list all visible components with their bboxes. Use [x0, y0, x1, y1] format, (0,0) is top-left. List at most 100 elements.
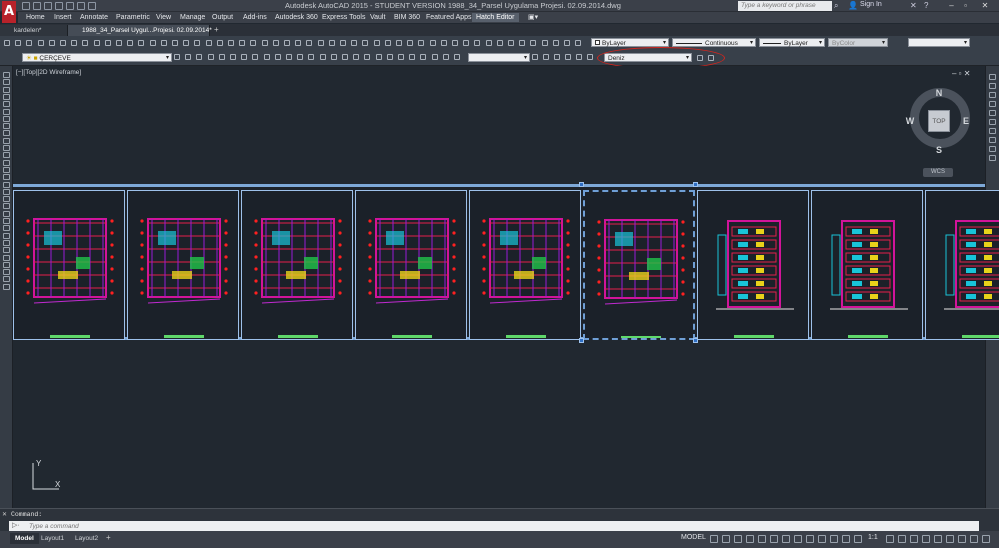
selection-grip[interactable] — [693, 338, 698, 343]
toolbar-tool-icon[interactable] — [431, 54, 438, 60]
toolbar-tool-icon[interactable] — [196, 54, 203, 60]
viewport-window-controls[interactable]: – ▫ ✕ — [952, 69, 970, 78]
ribbon-tab-featured-apps[interactable]: Featured Apps — [426, 13, 472, 22]
ribbon-tab-annotate[interactable]: Annotate — [80, 13, 108, 22]
ribbon-tab-output[interactable]: Output — [212, 13, 233, 22]
toolbar-tool-icon[interactable] — [194, 40, 201, 46]
toolbar-tool-icon[interactable] — [442, 54, 449, 60]
toolbar-tool-icon[interactable] — [328, 40, 335, 46]
help-icon[interactable]: ? — [924, 1, 928, 10]
close-command-icon[interactable]: ✕ — [2, 511, 7, 518]
layout-tab-model[interactable]: Model — [10, 533, 39, 544]
toolbar-tool-icon[interactable] — [284, 40, 290, 46]
toolbar-tool-icon[interactable] — [317, 40, 324, 46]
toolbar-tool-icon[interactable] — [474, 40, 481, 46]
open-file-icon[interactable] — [33, 2, 41, 10]
toolbar-tool-icon[interactable] — [297, 54, 304, 60]
toolbar-tool-icon[interactable] — [263, 54, 270, 60]
toolbar-tool-icon[interactable] — [230, 54, 236, 60]
toolbar-tool-icon[interactable] — [183, 40, 190, 46]
toolbar-tool-icon[interactable] — [174, 54, 180, 60]
sign-in-link[interactable]: Sign In — [860, 1, 882, 8]
ribbon-tab-view[interactable]: View — [156, 13, 171, 22]
toolbar-tool-icon[interactable] — [3, 225, 10, 232]
layer-color-dropdown[interactable]: ByLayer ▾ — [591, 38, 669, 47]
layout-tab-layout2[interactable]: Layout2 — [70, 533, 103, 544]
status-toggle-icon[interactable] — [934, 535, 942, 543]
toolbar-tool-icon[interactable] — [429, 40, 436, 46]
status-toggle-icon[interactable] — [958, 535, 966, 543]
navigation-tool-icon[interactable] — [989, 128, 996, 134]
navigation-tool-icon[interactable] — [989, 155, 996, 161]
toolbar-tool-icon[interactable] — [3, 210, 10, 217]
command-prompt-icon[interactable]: ▷· — [12, 521, 20, 529]
toolbar-tool-icon[interactable] — [3, 247, 10, 254]
toolbar-tool-icon[interactable] — [149, 40, 156, 46]
save-icon[interactable] — [44, 2, 52, 10]
toolbar-tool-icon[interactable] — [272, 40, 279, 46]
undo-icon[interactable] — [77, 2, 85, 10]
selection-grip[interactable] — [693, 182, 698, 187]
toolbar-tool-icon[interactable] — [3, 72, 10, 78]
status-toggle-icon[interactable] — [910, 535, 918, 543]
new-tab-icon[interactable]: + — [214, 25, 219, 34]
toolbar-tool-icon[interactable] — [228, 40, 234, 46]
maximize-button[interactable]: ▫ — [959, 1, 972, 11]
toolbar-tool-icon[interactable] — [373, 40, 380, 46]
toolbar-tool-icon[interactable] — [353, 54, 360, 60]
ribbon-tab-insert[interactable]: Insert — [54, 13, 72, 22]
status-toggle-icon[interactable] — [722, 535, 730, 543]
toolbar-tool-icon[interactable] — [3, 276, 10, 283]
toolbar-tool-icon[interactable] — [82, 40, 89, 46]
layout-tab-layout1[interactable]: Layout1 — [36, 533, 69, 544]
elevation-sheet[interactable] — [811, 190, 923, 340]
plan-sheet[interactable] — [469, 190, 581, 340]
toolbar-tool-icon[interactable] — [463, 40, 470, 46]
toolbar-tool-icon[interactable] — [3, 93, 10, 100]
toolbar-tool-icon[interactable] — [342, 54, 348, 60]
toolbar-tool-icon[interactable] — [319, 54, 326, 60]
toolbar-tool-icon[interactable] — [239, 40, 246, 46]
file-tab-kardelen[interactable]: kardelen* — [0, 25, 68, 36]
toolbar-tool-icon[interactable] — [160, 40, 167, 46]
compass-west[interactable]: W — [904, 116, 916, 126]
ribbon-tab-express-tools[interactable]: Express Tools — [322, 13, 365, 22]
status-toggle-icon[interactable] — [710, 535, 718, 543]
command-input[interactable] — [29, 521, 969, 531]
navigation-tool-icon[interactable] — [989, 74, 996, 80]
wcs-menu[interactable]: WCS — [923, 168, 953, 177]
toolbar-tool-icon[interactable] — [3, 108, 10, 115]
toolbar-tool-icon[interactable] — [3, 283, 10, 290]
application-menu-button[interactable]: A — [2, 1, 16, 23]
toolbar-tool-icon[interactable] — [60, 40, 66, 46]
toolbar-tool-icon[interactable] — [330, 54, 337, 60]
status-toggle-icon[interactable] — [854, 535, 862, 543]
plan-sheet[interactable] — [355, 190, 467, 340]
linetype-dropdown[interactable]: Continuous ▾ — [672, 38, 756, 47]
status-toggle-icon[interactable] — [886, 535, 894, 543]
ribbon-tab-hatch-editor[interactable]: Hatch Editor — [472, 13, 519, 22]
status-toggle-icon[interactable] — [842, 535, 850, 543]
toolbar-tool-icon[interactable] — [407, 40, 414, 46]
toolbar-tool-icon[interactable] — [3, 196, 10, 203]
toolbar-tool-icon[interactable] — [37, 40, 44, 46]
toolbar-tool-icon[interactable] — [541, 40, 548, 46]
status-toggle-icon[interactable] — [806, 535, 814, 543]
toolbar-tool-icon[interactable] — [3, 239, 10, 246]
plot-icon[interactable] — [66, 2, 74, 10]
navigation-tool-icon[interactable] — [989, 137, 996, 143]
toolbar-tool-icon[interactable] — [409, 54, 416, 60]
toolbar-tool-icon[interactable] — [116, 40, 122, 46]
toolbar-tool-icon[interactable] — [496, 40, 503, 46]
ribbon-tab-vault[interactable]: Vault — [370, 13, 385, 22]
toolbar-tool-icon[interactable] — [216, 40, 223, 46]
ribbon-tab-autodesk360[interactable]: Autodesk 360 — [275, 13, 318, 22]
toolbar-tool-icon[interactable] — [3, 174, 10, 181]
navigation-tool-icon[interactable] — [989, 110, 996, 116]
close-button[interactable]: ✕ — [974, 1, 996, 11]
toolbar-tool-icon[interactable] — [3, 145, 10, 151]
status-toggle-icon[interactable] — [818, 535, 826, 543]
status-toggle-icon[interactable] — [758, 535, 766, 543]
toolbar-tool-icon[interactable] — [3, 166, 10, 173]
toolbar-tool-icon[interactable] — [274, 54, 281, 60]
